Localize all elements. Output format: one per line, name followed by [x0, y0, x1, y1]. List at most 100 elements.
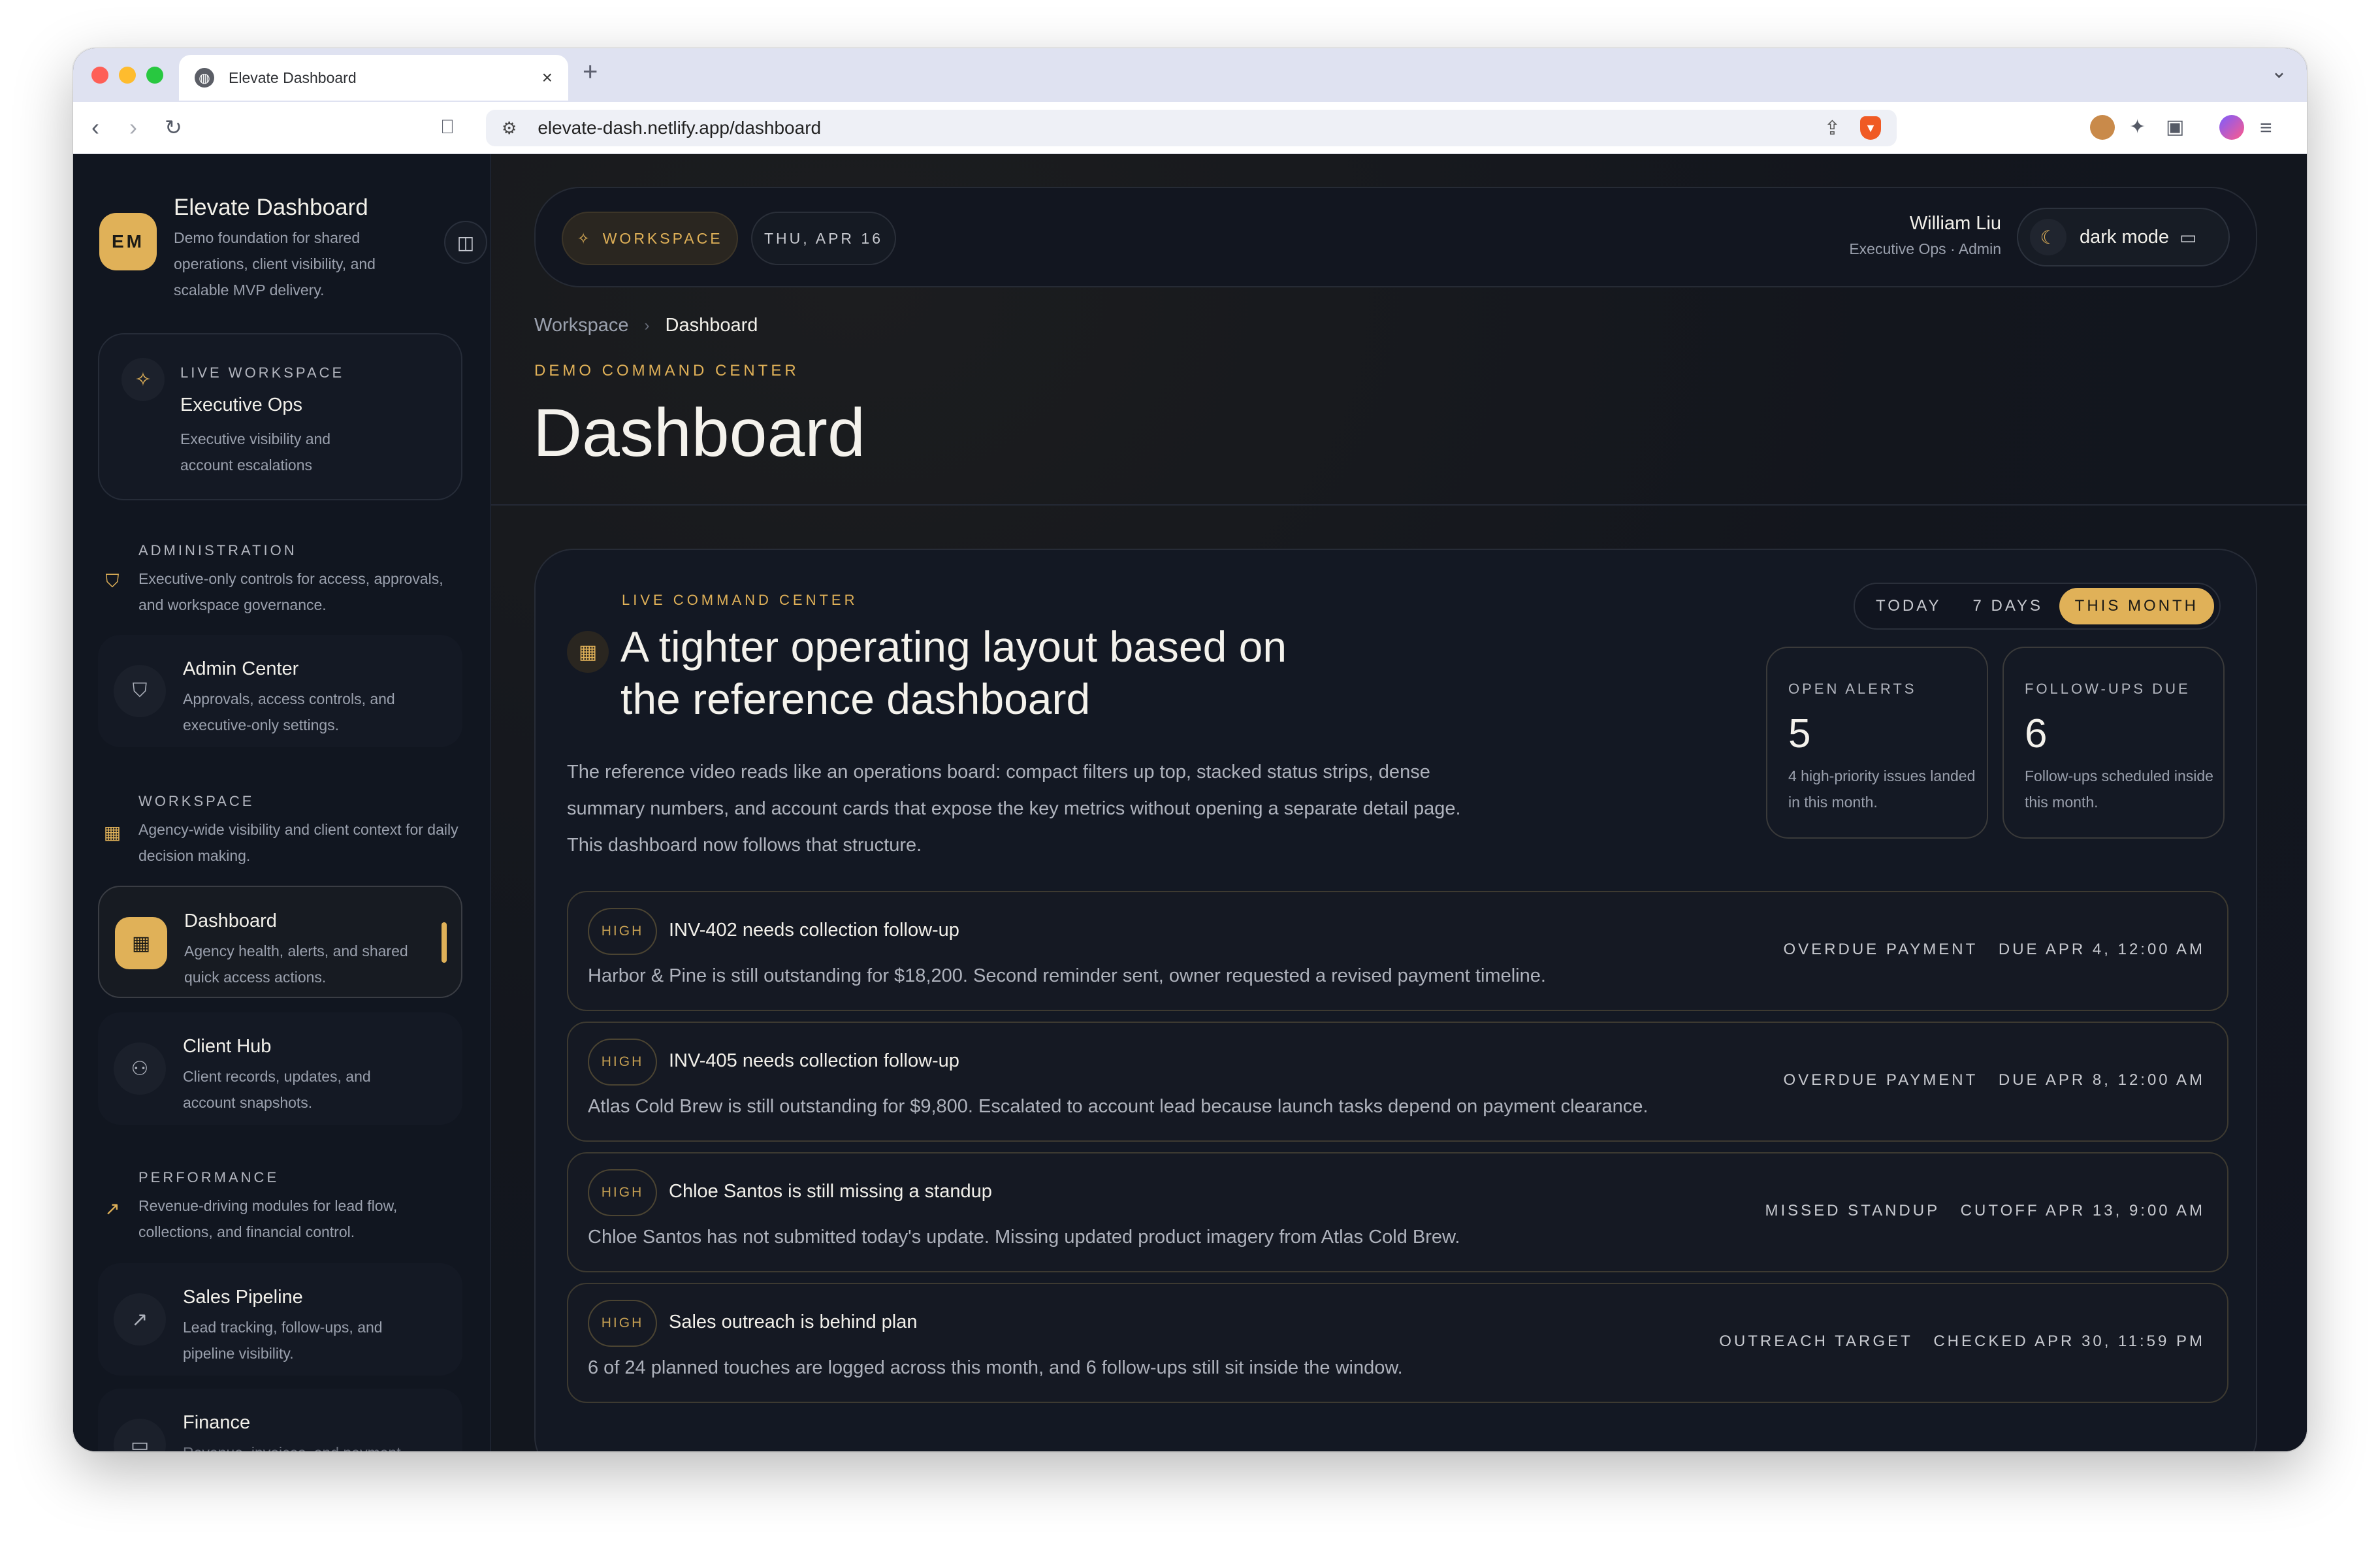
section-administration: ⛉ ADMINISTRATION Executive-only controls… [99, 542, 465, 621]
wallet-icon[interactable] [2219, 115, 2244, 140]
workspace-label: WORKSPACE [602, 229, 723, 247]
sidebar-toggle-icon[interactable]: ▣ [2166, 114, 2184, 141]
sidebar-item-label: Admin Center [183, 658, 299, 679]
brand-logo: EM [99, 213, 157, 270]
browser-window: ◍ Elevate Dashboard × + ⌄ ‹ › ↻ ⎕ ⚙ elev… [73, 48, 2307, 1451]
sidebar-item-label: Sales Pipeline [183, 1287, 303, 1308]
alert-description: Atlas Cold Brew is still outstanding for… [588, 1096, 1648, 1117]
alert-meta: OVERDUE PAYMENT DUE APR 4, 12:00 AM [1783, 941, 2205, 959]
menu-icon[interactable]: ≡ [2260, 114, 2272, 141]
stat-card-follow-ups-due: FOLLOW-UPS DUE 6 Follow-ups scheduled in… [2002, 647, 2225, 839]
share-icon[interactable]: ⇪ [1824, 117, 1841, 140]
range-selector: TODAY 7 DAYS THIS MONTH [1854, 583, 2221, 630]
sidebar-item-sales-pipeline[interactable]: ↗ Sales Pipeline Lead tracking, follow-u… [98, 1263, 462, 1376]
monitor-icon: ▭ [2179, 227, 2197, 248]
live-workspace-kicker: LIVE WORKSPACE [180, 364, 345, 381]
section-kicker: ADMINISTRATION [138, 542, 297, 558]
theme-toggle-button[interactable]: ☾ dark mode ▭ [2017, 208, 2230, 266]
stat-label: OPEN ALERTS [1788, 681, 1917, 697]
alert-card[interactable]: HIGH INV-405 needs collection follow-up … [567, 1022, 2228, 1142]
range-option-this-month[interactable]: THIS MONTH [2059, 588, 2214, 624]
trend-icon: ↗ [105, 1198, 120, 1219]
theme-label: dark mode [2080, 226, 2170, 248]
reload-icon[interactable]: ↻ [165, 114, 182, 141]
command-center-description: The reference video reads like an operat… [567, 762, 1461, 856]
extension-avatar-icon[interactable] [2090, 115, 2115, 140]
tab-title: Elevate Dashboard [229, 69, 357, 86]
users-icon: ⚇ [114, 1042, 166, 1095]
browser-tabbar: ◍ Elevate Dashboard × + ⌄ [73, 48, 2307, 102]
stat-value: 6 [2025, 711, 2048, 756]
stat-note: 4 high-priority issues landed in this mo… [1788, 767, 1976, 811]
sidebar-item-label: Finance [183, 1412, 251, 1433]
alert-card[interactable]: HIGH Chloe Santos is still missing a sta… [567, 1152, 2228, 1272]
sidebar-item-client-hub[interactable]: ⚇ Client Hub Client records, updates, an… [98, 1012, 462, 1125]
chevron-right-icon: › [644, 316, 650, 334]
live-workspace-subtitle: Executive visibility and account escalat… [180, 430, 331, 474]
section-kicker: PERFORMANCE [138, 1169, 280, 1185]
extensions-icon[interactable]: ✦ [2129, 114, 2146, 141]
sidebar-item-subtitle: Agency health, alerts, and shared quick … [184, 943, 408, 986]
collapse-sidebar-icon[interactable]: ◫ [444, 221, 487, 264]
sidebar-item-subtitle: Client records, updates, and account sna… [183, 1068, 371, 1111]
alert-title: INV-405 needs collection follow-up [669, 1050, 959, 1071]
alert-category: OVERDUE PAYMENT [1783, 1071, 1978, 1089]
grid-icon: ▦ [103, 822, 121, 843]
alert-when: CHECKED APR 30, 11:59 PM [1933, 1332, 2205, 1350]
url-text[interactable]: elevate-dash.netlify.app/dashboard [538, 118, 1824, 138]
tab-close-icon[interactable]: × [542, 67, 553, 88]
breadcrumb-parent[interactable]: Workspace [534, 315, 629, 336]
live-workspace-card[interactable]: ✧ LIVE WORKSPACE Executive Ops Executive… [98, 333, 462, 500]
close-window-button[interactable] [91, 67, 108, 84]
sidebar: EM Elevate Dashboard Demo foundation for… [73, 154, 491, 1451]
brand-name: Elevate Dashboard [174, 195, 368, 220]
alert-card[interactable]: HIGH INV-402 needs collection follow-up … [567, 891, 2228, 1011]
alert-description: 6 of 24 planned touches are logged acros… [588, 1357, 1403, 1378]
alert-card[interactable]: HIGH Sales outreach is behind plan 6 of … [567, 1283, 2228, 1403]
range-option-today[interactable]: TODAY [1860, 588, 1957, 624]
grid-icon: ▦ [567, 631, 609, 673]
section-description: Revenue-driving modules for lead flow, c… [138, 1197, 398, 1240]
moon-icon: ☾ [2030, 219, 2066, 255]
command-center-kicker: LIVE COMMAND CENTER [622, 592, 858, 608]
address-bar[interactable]: ⚙ elevate-dash.netlify.app/dashboard ⇪ ▼ [486, 110, 1897, 146]
sidebar-item-subtitle: Revenue, invoices, and payment [183, 1440, 418, 1451]
bookmark-icon[interactable]: ⎕ [442, 114, 453, 141]
sidebar-item-admin-center[interactable]: ⛉ Admin Center Approvals, access control… [98, 635, 462, 747]
section-description: Executive-only controls for access, appr… [138, 570, 443, 613]
active-indicator [442, 922, 447, 963]
maximize-window-button[interactable] [146, 67, 163, 84]
shield-icon: ⛉ [114, 665, 166, 717]
priority-badge: HIGH [588, 1039, 657, 1086]
alert-meta: OVERDUE PAYMENT DUE APR 8, 12:00 AM [1783, 1071, 2205, 1089]
command-center-panel: ▦ LIVE COMMAND CENTER A tighter operatin… [534, 549, 2257, 1451]
page-kicker: DEMO COMMAND CENTER [534, 362, 799, 379]
wallet-icon: ▭ [114, 1419, 166, 1451]
sidebar-item-finance[interactable]: ▭ Finance Revenue, invoices, and payment [98, 1389, 462, 1451]
section-kicker: WORKSPACE [138, 793, 255, 809]
alert-when: DUE APR 4, 12:00 AM [1998, 941, 2205, 958]
sparkle-icon: ✧ [577, 229, 592, 247]
alert-description: Chloe Santos has not submitted today's u… [588, 1227, 1460, 1248]
priority-badge: HIGH [588, 1169, 657, 1216]
main-content: ✧ WORKSPACE THU, APR 16 William Liu Exec… [491, 154, 2307, 1451]
section-performance: ↗ PERFORMANCE Revenue-driving modules fo… [99, 1169, 465, 1248]
stat-card-open-alerts: OPEN ALERTS 5 4 high-priority issues lan… [1766, 647, 1988, 839]
minimize-window-button[interactable] [119, 67, 136, 84]
browser-tab[interactable]: ◍ Elevate Dashboard × [179, 55, 568, 101]
forward-icon[interactable]: › [129, 114, 137, 141]
stat-value: 5 [1788, 711, 1811, 756]
tab-list-chevron-icon[interactable]: ⌄ [2271, 60, 2287, 83]
new-tab-button[interactable]: + [583, 57, 598, 87]
user-name: William Liu [1909, 213, 2001, 234]
alert-description: Harbor & Pine is still outstanding for $… [588, 965, 1546, 986]
brave-shield-icon[interactable]: ▼ [1860, 116, 1881, 140]
sidebar-item-dashboard[interactable]: ▦ Dashboard Agency health, alerts, and s… [98, 886, 462, 998]
user-role: Executive Ops · Admin [1849, 240, 2001, 257]
back-icon[interactable]: ‹ [91, 114, 99, 141]
globe-icon: ◍ [195, 68, 214, 88]
workspace-pill[interactable]: ✧ WORKSPACE [562, 212, 738, 265]
range-option-7-days[interactable]: 7 DAYS [1957, 588, 2059, 624]
grid-icon: ▦ [115, 917, 167, 969]
site-settings-icon[interactable]: ⚙ [502, 118, 517, 138]
